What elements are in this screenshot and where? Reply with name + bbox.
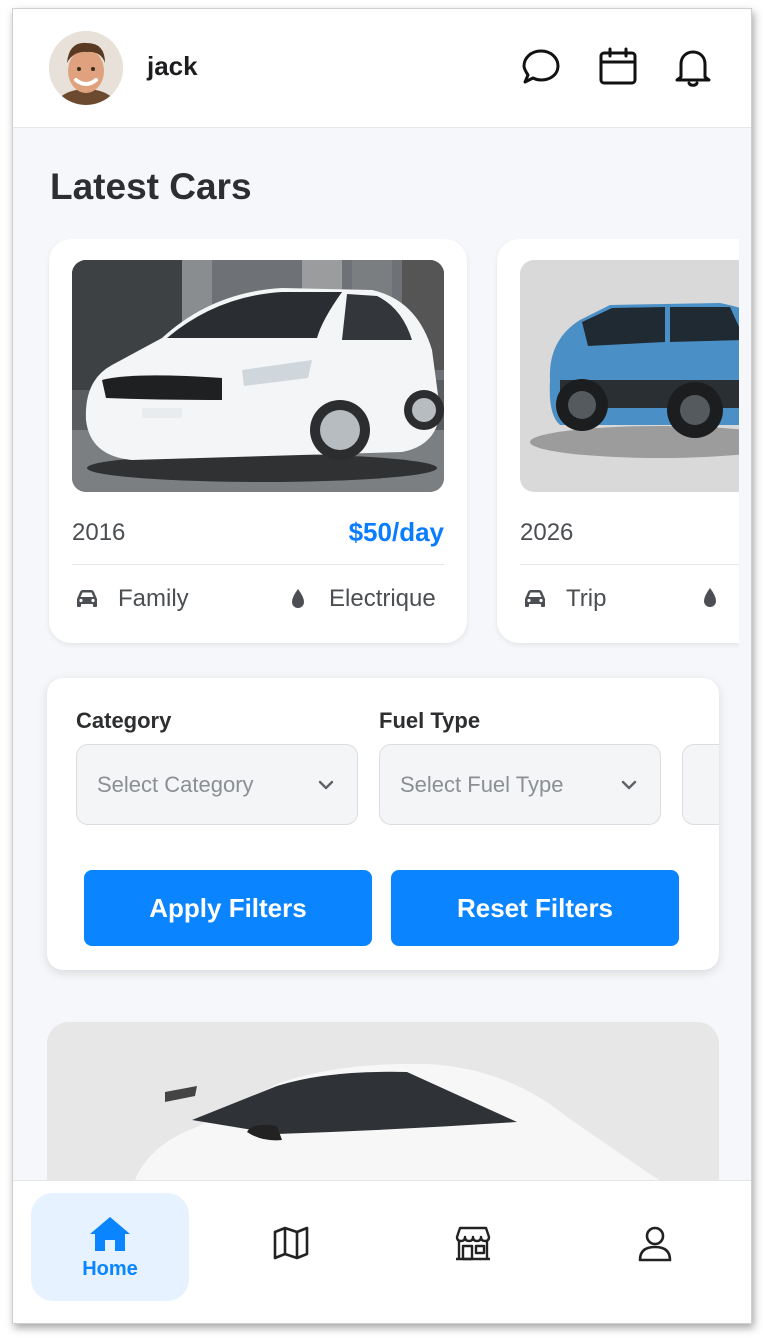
home-icon bbox=[90, 1216, 130, 1251]
car-card[interactable]: 2026 Trip bbox=[497, 239, 739, 643]
car-category-label: Trip bbox=[566, 585, 607, 612]
username: jack bbox=[147, 51, 198, 81]
bell-icon[interactable] bbox=[671, 45, 715, 89]
bottom-navigation: Home bbox=[13, 1180, 751, 1323]
chevron-down-icon bbox=[318, 780, 334, 789]
car-icon bbox=[525, 590, 545, 607]
blue-suv-photo bbox=[520, 260, 739, 492]
category-select-placeholder: Select Category bbox=[97, 771, 254, 797]
filter-panel: Category Select Category Fuel Type Selec… bbox=[47, 678, 719, 970]
chevron-down-icon bbox=[621, 780, 637, 789]
divider bbox=[520, 564, 739, 565]
apply-filters-button[interactable]: Apply Filters bbox=[84, 870, 372, 946]
top-header: jack bbox=[13, 9, 751, 128]
category-label: Category bbox=[76, 708, 172, 733]
nav-home[interactable]: Home bbox=[31, 1193, 189, 1301]
car-icon bbox=[77, 590, 97, 607]
app-screen: jack Latest Cars 2016 $50/day Family Ele… bbox=[12, 8, 752, 1324]
nav-store[interactable] bbox=[451, 1221, 495, 1265]
nav-map[interactable] bbox=[269, 1221, 313, 1265]
latest-cars-carousel[interactable]: 2016 $50/day Family Electrique 2026 Trip bbox=[13, 239, 739, 649]
fuel-type-select-placeholder: Select Fuel Type bbox=[400, 771, 564, 797]
section-title: Latest Cars bbox=[50, 166, 252, 207]
divider bbox=[72, 564, 444, 565]
category-select[interactable]: Select Category bbox=[76, 744, 358, 825]
fuel-drop-icon bbox=[704, 588, 716, 607]
reset-filters-button[interactable]: Reset Filters bbox=[391, 870, 679, 946]
car-category: Family bbox=[74, 585, 189, 613]
car-fuel: Electrique bbox=[285, 585, 436, 613]
car-category: Trip bbox=[522, 585, 606, 613]
car-card[interactable]: 2016 $50/day Family Electrique bbox=[49, 239, 467, 643]
user-icon bbox=[638, 1226, 672, 1262]
car-fuel-label: Electrique bbox=[329, 585, 436, 612]
avatar[interactable] bbox=[49, 31, 123, 105]
map-icon bbox=[273, 1226, 309, 1260]
chat-bubble-icon[interactable] bbox=[519, 45, 563, 89]
nav-profile[interactable] bbox=[633, 1221, 677, 1265]
fuel-type-select[interactable]: Select Fuel Type bbox=[379, 744, 661, 825]
fuel-type-label: Fuel Type bbox=[379, 708, 481, 733]
calendar-icon[interactable] bbox=[596, 45, 640, 89]
white-hatchback-photo bbox=[72, 260, 444, 492]
car-category-label: Family bbox=[118, 585, 189, 612]
car-year: 2016 bbox=[72, 519, 126, 546]
extra-filter-select[interactable] bbox=[682, 744, 719, 825]
car-price: $50/day bbox=[348, 517, 444, 547]
nav-home-label: Home bbox=[82, 1257, 138, 1280]
store-icon bbox=[455, 1226, 491, 1261]
car-fuel bbox=[697, 585, 739, 611]
fuel-drop-icon bbox=[292, 589, 304, 608]
car-year: 2026 bbox=[520, 519, 574, 546]
